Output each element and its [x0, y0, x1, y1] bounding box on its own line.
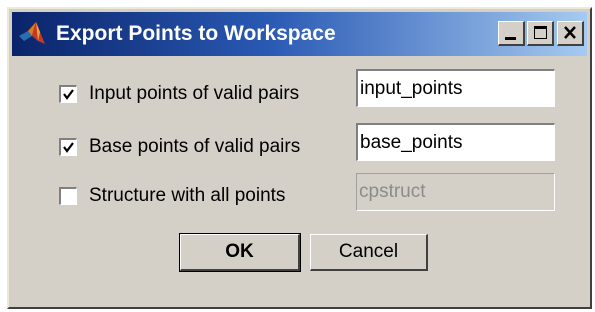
minimize-icon: [505, 37, 516, 40]
cancel-button[interactable]: Cancel: [310, 234, 428, 271]
close-icon: [564, 26, 576, 39]
checkmark-icon: [63, 89, 74, 100]
ok-button[interactable]: OK: [179, 233, 301, 272]
input-points-checkbox[interactable]: [59, 85, 77, 103]
structure-label: Structure with all points: [89, 185, 286, 206]
matlab-logo-icon: [19, 22, 45, 44]
title-bar[interactable]: Export Points to Workspace: [12, 12, 587, 56]
minimize-button[interactable]: [498, 21, 525, 46]
checkmark-icon: [63, 142, 74, 153]
base-points-field[interactable]: [356, 123, 555, 161]
structure-field: [356, 173, 555, 211]
input-points-field[interactable]: [356, 69, 555, 107]
structure-checkbox[interactable]: [59, 187, 77, 205]
window-title: Export Points to Workspace: [56, 22, 336, 45]
maximize-icon: [534, 26, 547, 39]
base-points-checkbox[interactable]: [59, 138, 77, 156]
maximize-button[interactable]: [527, 21, 554, 46]
export-dialog: Export Points to Workspace Input points …: [7, 7, 592, 309]
input-points-label: Input points of valid pairs: [89, 83, 300, 104]
base-points-label: Base points of valid pairs: [89, 136, 301, 157]
close-button[interactable]: [557, 21, 584, 46]
